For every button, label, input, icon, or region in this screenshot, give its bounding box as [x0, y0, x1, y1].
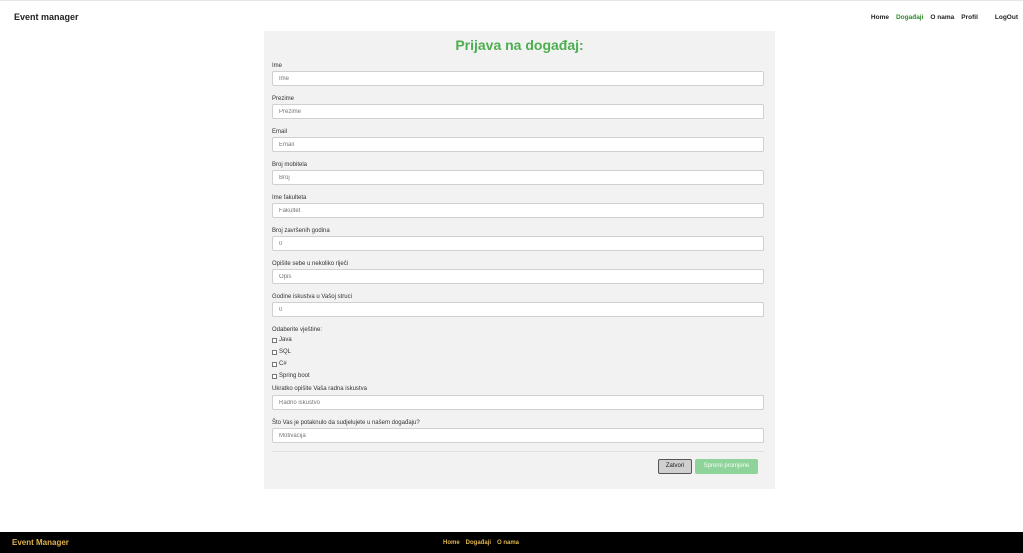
footer: Event Manager Home Događaji O nama [0, 532, 1023, 553]
motivation-label: Što Vas je potaknulo da sudjelujete u na… [272, 420, 420, 426]
footer-nav-events[interactable]: Događaji [466, 540, 491, 546]
first-name-label: Ime [272, 63, 283, 69]
faculty-label: Ime fakulteta [272, 195, 307, 201]
experience-years-label: Godine iskustva u Vašoj struci [272, 294, 352, 300]
years-completed-input[interactable] [272, 236, 764, 251]
checkbox-icon[interactable] [272, 349, 277, 355]
work-experience-input[interactable] [272, 395, 764, 410]
nav-events[interactable]: Događaji [896, 14, 923, 21]
top-navbar: Event manager Home Događaji O nama Profi… [0, 0, 1023, 30]
checkbox-icon[interactable] [272, 361, 277, 367]
footer-nav-home[interactable]: Home [443, 540, 460, 546]
footer-brand: Event Manager [12, 538, 69, 547]
skill-label-csharp: C# [279, 361, 287, 367]
nav-home[interactable]: Home [871, 14, 889, 21]
email-label: Email [272, 129, 288, 135]
motivation-input[interactable] [272, 428, 764, 443]
brand-title[interactable]: Event manager [14, 12, 79, 22]
skill-checkbox-spring-boot[interactable]: Spring boot [272, 373, 310, 379]
form-title: Prijava na događaj: [455, 37, 584, 53]
email-input[interactable] [272, 137, 764, 152]
phone-input[interactable] [272, 170, 764, 185]
skill-checkbox-java[interactable]: Java [272, 337, 292, 343]
nav-profile[interactable]: Profil [961, 14, 978, 21]
work-experience-label: Ukratko opišite Vaša radna iskustva [272, 386, 367, 392]
first-name-input[interactable] [272, 71, 764, 86]
skills-label: Odaberite vještine: [272, 327, 323, 333]
description-label: Opišite sebe u nekoliko riječi [272, 261, 349, 267]
years-completed-label: Broj završenih godina [272, 228, 330, 234]
phone-label: Broj mobitela [272, 162, 308, 168]
faculty-input[interactable] [272, 203, 764, 218]
save-changes-button[interactable]: Spremi promjene [695, 459, 758, 474]
nav-about[interactable]: O nama [930, 14, 954, 21]
last-name-label: Prezime [272, 96, 295, 102]
registration-form-panel: Prijava na događaj: Ime Prezime Email Br… [264, 31, 775, 489]
checkbox-icon[interactable] [272, 373, 277, 379]
skill-label-spring-boot: Spring boot [279, 373, 310, 379]
skill-checkbox-csharp[interactable]: C# [272, 361, 287, 367]
skill-label-sql: SQL [279, 349, 292, 355]
nav-logout[interactable]: LogOut [995, 14, 1018, 21]
experience-years-input[interactable] [272, 302, 764, 317]
checkbox-icon[interactable] [272, 337, 277, 343]
description-input[interactable] [272, 269, 764, 284]
close-button[interactable]: Zatvori [658, 459, 692, 474]
main-nav: Home Događaji O nama Profil LogOut [871, 14, 1018, 21]
form-divider [272, 451, 764, 452]
footer-nav: Home Događaji O nama [443, 540, 519, 546]
skill-checkbox-sql[interactable]: SQL [272, 349, 291, 355]
last-name-input[interactable] [272, 104, 764, 119]
footer-nav-about[interactable]: O nama [497, 540, 519, 546]
skill-label-java: Java [279, 337, 292, 343]
